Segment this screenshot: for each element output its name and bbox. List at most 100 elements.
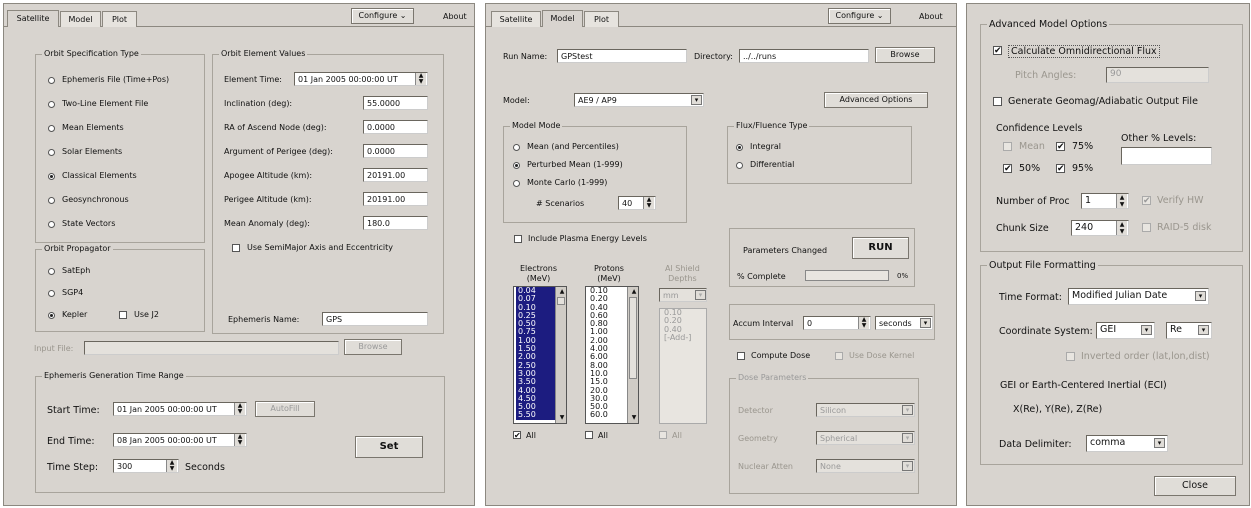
scroll-up-icon[interactable]: ▲ xyxy=(629,288,637,296)
element-time-input[interactable]: 01 Jan 2005 00:00:00 UT xyxy=(294,72,428,86)
pitch-input[interactable]: 90 xyxy=(1106,67,1209,83)
other-levels-input[interactable] xyxy=(1121,147,1212,165)
protons-all-checkbox[interactable] xyxy=(585,431,593,439)
p50-label: 50% xyxy=(1019,163,1041,174)
configure-menu[interactable]: Configure ⌄ xyxy=(351,8,414,24)
list-item[interactable]: [-Add-] xyxy=(662,333,706,342)
ra-node-input[interactable]: 0.0000 xyxy=(363,120,428,134)
advanced-options-button[interactable]: Advanced Options xyxy=(824,92,928,108)
geometry-select[interactable]: Spherical xyxy=(816,431,915,445)
time-format-select[interactable]: Modified Julian Date xyxy=(1068,288,1209,305)
radio-solar-elements[interactable] xyxy=(48,149,55,156)
geomag-checkbox[interactable] xyxy=(993,97,1002,106)
protons-list[interactable]: 0.10 0.20 0.40 0.60 0.80 1.00 2.00 4.00 6.00 8.00… xyxy=(585,286,639,424)
autofill-button[interactable]: AutoFill xyxy=(255,401,315,417)
scroll-down-icon[interactable]: ▼ xyxy=(557,414,565,422)
tab-model[interactable]: Model xyxy=(542,10,583,27)
dose-kernel-checkbox[interactable] xyxy=(835,352,843,360)
electrons-all-checkbox[interactable]: ✔ xyxy=(513,431,521,440)
radio-monte-carlo[interactable] xyxy=(513,180,520,187)
detector-arrow[interactable]: ▾ xyxy=(902,405,913,415)
scenarios-stepper[interactable]: ▲ ▼ xyxy=(643,197,654,209)
radio-geosynchronous[interactable] xyxy=(48,197,55,204)
mean-checkbox[interactable] xyxy=(1003,142,1012,151)
end-time-input[interactable]: 08 Jan 2005 00:00:00 UT xyxy=(113,433,247,447)
close-button[interactable]: Close xyxy=(1154,476,1236,496)
accum-unit-arrow[interactable]: ▾ xyxy=(920,318,931,328)
inclination-input[interactable]: 55.0000 xyxy=(363,96,428,110)
nuclear-arrow[interactable]: ▾ xyxy=(902,461,913,471)
radio-mean-elements[interactable] xyxy=(48,125,55,132)
nuclear-select[interactable]: None xyxy=(816,459,915,473)
perigee-arg-input[interactable]: 0.0000 xyxy=(363,144,428,158)
start-time-stepper[interactable]: ▲ ▼ xyxy=(234,403,245,415)
shield-list[interactable]: 0.10 0.20 0.40 [-Add-] xyxy=(659,308,707,424)
tab-satellite[interactable]: Satellite xyxy=(7,10,59,27)
verify-hw-checkbox[interactable]: ✔ xyxy=(1142,196,1151,206)
run-button[interactable]: RUN xyxy=(852,237,909,259)
scroll-up-icon[interactable]: ▲ xyxy=(557,288,565,296)
radio-mean[interactable] xyxy=(513,144,520,151)
element-time-stepper[interactable]: ▲ ▼ xyxy=(415,73,426,85)
input-file-browse-button[interactable]: Browse xyxy=(344,339,402,355)
detector-select[interactable]: Silicon xyxy=(816,403,915,417)
accum-stepper[interactable]: ▲ ▼ xyxy=(858,317,869,329)
coord-arrow[interactable]: ▾ xyxy=(1141,325,1152,335)
tab-plot[interactable]: Plot xyxy=(584,11,619,27)
nproc-stepper[interactable]: ▲ ▼ xyxy=(1116,194,1127,208)
p50-checkbox[interactable]: ✔ xyxy=(1003,164,1012,174)
compute-dose-checkbox[interactable] xyxy=(737,352,745,360)
electrons-list[interactable]: 0.04 0.07 0.10 0.25 0.50 0.75 1.00 1.50 2.00 2.50… xyxy=(513,286,567,424)
model-dropdown-arrow[interactable]: ▾ xyxy=(691,95,702,105)
radio-kepler[interactable] xyxy=(48,312,55,319)
radio-sgp4[interactable] xyxy=(48,290,55,297)
run-name-input[interactable]: GPStest xyxy=(557,49,687,63)
time-format-arrow[interactable]: ▾ xyxy=(1195,291,1206,301)
protons-scrollbar[interactable]: ▲ ▼ xyxy=(627,287,638,423)
plasma-checkbox[interactable] xyxy=(514,235,522,243)
electrons-scrollbar[interactable]: ▲ ▼ xyxy=(555,287,566,423)
geometry-arrow[interactable]: ▾ xyxy=(902,433,913,443)
about-menu[interactable]: About xyxy=(919,12,943,21)
radio-integral[interactable] xyxy=(736,144,743,151)
radio-differential[interactable] xyxy=(736,162,743,169)
set-button[interactable]: Set xyxy=(355,436,423,458)
protons-scroll-thumb[interactable] xyxy=(629,297,637,379)
directory-input[interactable]: ../../runs xyxy=(739,49,869,63)
radio-state-vectors[interactable] xyxy=(48,221,55,228)
apogee-alt-input[interactable]: 20191.00 xyxy=(363,168,428,182)
mean-anomaly-input[interactable]: 180.0 xyxy=(363,216,428,230)
time-step-stepper[interactable]: ▲ ▼ xyxy=(166,460,177,472)
radio-classical-elements[interactable] xyxy=(48,173,55,180)
shield-all-checkbox[interactable] xyxy=(659,431,667,439)
electrons-scroll-thumb[interactable] xyxy=(557,297,565,305)
scroll-down-icon[interactable]: ▼ xyxy=(629,414,637,422)
unit-arrow[interactable]: ▾ xyxy=(1198,325,1209,335)
about-menu[interactable]: About xyxy=(443,12,467,21)
tab-model[interactable]: Model xyxy=(60,11,101,27)
delimiter-arrow[interactable]: ▾ xyxy=(1154,438,1165,448)
radio-two-line[interactable] xyxy=(48,101,55,108)
p95-checkbox[interactable]: ✔ xyxy=(1056,164,1065,174)
radio-sateph[interactable] xyxy=(48,268,55,275)
end-time-stepper[interactable]: ▲ ▼ xyxy=(234,434,245,446)
omni-checkbox[interactable]: ✔ xyxy=(993,46,1002,56)
radio-ephemeris-file[interactable] xyxy=(48,77,55,84)
p75-checkbox[interactable]: ✔ xyxy=(1056,142,1065,152)
eph-name-input[interactable]: GPS xyxy=(322,312,428,326)
radio-perturbed[interactable] xyxy=(513,162,520,169)
chunk-stepper[interactable]: ▲ ▼ xyxy=(1116,221,1127,235)
inverted-checkbox[interactable] xyxy=(1066,352,1075,361)
model-select[interactable]: AE9 / AP9 xyxy=(574,93,704,107)
use-semimajor-checkbox[interactable] xyxy=(232,244,240,252)
directory-browse-button[interactable]: Browse xyxy=(875,47,935,63)
raid-checkbox[interactable] xyxy=(1142,223,1151,232)
input-file-field[interactable] xyxy=(84,341,339,355)
shield-unit-arrow[interactable]: ▾ xyxy=(695,290,706,300)
configure-menu[interactable]: Configure ⌄ xyxy=(828,8,891,24)
perigee-alt-input[interactable]: 20191.00 xyxy=(363,192,428,206)
tab-plot[interactable]: Plot xyxy=(102,11,137,27)
start-time-input[interactable]: 01 Jan 2005 00:00:00 UT xyxy=(113,402,247,416)
tab-satellite[interactable]: Satellite xyxy=(491,11,541,27)
use-j2-checkbox[interactable] xyxy=(119,311,127,319)
